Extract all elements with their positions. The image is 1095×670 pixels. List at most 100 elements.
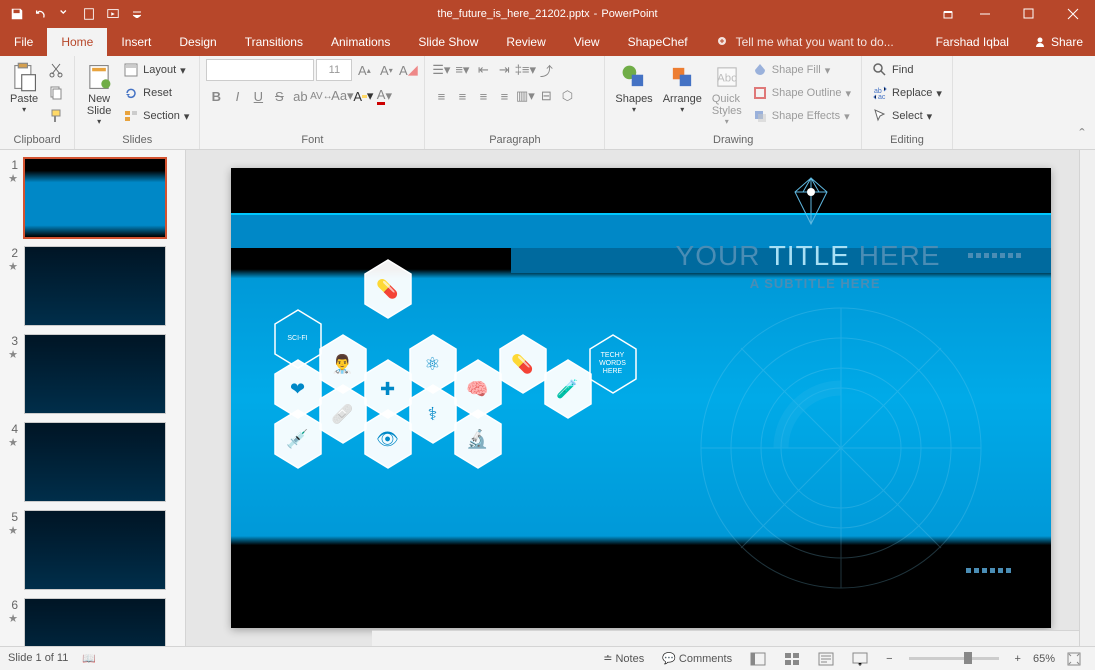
line-spacing-button[interactable]: ‡≡▾ (515, 59, 535, 81)
comments-button[interactable]: 💬 Comments (656, 650, 738, 667)
font-size-combo[interactable]: 11 (316, 59, 352, 81)
align-right-button[interactable]: ≡ (473, 85, 493, 107)
indent-inc-button[interactable]: ⇥ (494, 59, 514, 81)
slide-editor[interactable]: YOUR TITLE HERE A SUBTITLE HERE 💊SCI-FI👨… (231, 168, 1051, 628)
case-button[interactable]: Aa▾ (332, 85, 352, 107)
minimize-button[interactable] (963, 0, 1007, 28)
group-editing: Find abacReplace ▾ Select ▾ Editing (862, 56, 953, 149)
justify-button[interactable]: ≡ (494, 85, 514, 107)
bullets-button[interactable]: ☰▾ (431, 59, 451, 81)
qat-customize-button[interactable] (126, 3, 148, 25)
shape-fill-button[interactable]: Shape Fill ▾ (748, 59, 855, 81)
font-name-combo[interactable] (206, 59, 314, 81)
reset-button[interactable]: Reset (119, 82, 193, 104)
shape-effects-button[interactable]: Shape Effects ▾ (748, 105, 855, 127)
underline-button[interactable]: U (248, 85, 268, 107)
highlight-button[interactable]: A▾ (353, 85, 373, 107)
slide-thumbnail-3[interactable] (24, 334, 166, 414)
clear-format-button[interactable]: A◢ (398, 59, 418, 81)
bold-button[interactable]: B (206, 85, 226, 107)
zoom-in-button[interactable]: + (1009, 651, 1027, 667)
quick-styles-button[interactable]: Abc Quick Styles▾ (708, 59, 746, 128)
layout-button[interactable]: Layout ▾ (119, 59, 193, 81)
select-button[interactable]: Select ▾ (868, 105, 946, 127)
spell-check-icon[interactable]: 📖 (82, 652, 96, 665)
zoom-out-button[interactable]: − (880, 651, 898, 667)
slide-counter[interactable]: Slide 1 of 11 (8, 652, 68, 665)
strike-button[interactable]: S (269, 85, 289, 107)
tab-slideshow[interactable]: Slide Show (404, 28, 492, 56)
font-color-button[interactable]: A▾ (374, 85, 394, 107)
slideshow-view-button[interactable] (846, 650, 874, 668)
tell-me-search[interactable]: Tell me what you want to do... (702, 35, 924, 49)
slide-thumbnail-2[interactable] (24, 246, 166, 326)
replace-button[interactable]: abacReplace ▾ (868, 82, 946, 104)
svg-text:Abc: Abc (717, 73, 737, 85)
shape-outline-button[interactable]: Shape Outline ▾ (748, 82, 855, 104)
tab-review[interactable]: Review (492, 28, 559, 56)
fit-to-window-button[interactable] (1061, 650, 1087, 668)
tab-home[interactable]: Home (47, 28, 107, 56)
section-button[interactable]: Section ▾ (119, 105, 193, 127)
tab-animations[interactable]: Animations (317, 28, 404, 56)
align-center-button[interactable]: ≡ (452, 85, 472, 107)
spacing-button[interactable]: AV↔ (311, 85, 331, 107)
tab-view[interactable]: View (560, 28, 614, 56)
italic-button[interactable]: I (227, 85, 247, 107)
zoom-level[interactable]: 65% (1033, 653, 1055, 665)
slide-thumbnail-panel[interactable]: 1★2★3★4★5★6★ (0, 150, 186, 646)
tab-insert[interactable]: Insert (107, 28, 165, 56)
collapse-ribbon-button[interactable]: ˆ (1073, 127, 1091, 145)
tab-shapechef[interactable]: ShapeChef (614, 28, 702, 56)
paste-button[interactable]: Paste▾ (6, 59, 42, 116)
qat-undo-button[interactable] (30, 3, 52, 25)
slide-title-text[interactable]: YOUR TITLE HERE (676, 240, 941, 272)
maximize-button[interactable] (1007, 0, 1051, 28)
notes-button[interactable]: ≐ Notes (597, 650, 650, 667)
user-name[interactable]: Farshad Iqbal (924, 35, 1021, 49)
zoom-slider[interactable] (909, 657, 999, 660)
workspace: 1★2★3★4★5★6★ YOUR TITLE HERE A SUBTITLE … (0, 150, 1095, 646)
reading-view-button[interactable] (812, 650, 840, 668)
share-button[interactable]: Share (1021, 35, 1095, 49)
vertical-scrollbar[interactable] (1079, 150, 1095, 646)
group-label-paragraph: Paragraph (431, 133, 598, 149)
horizontal-scrollbar[interactable] (372, 630, 1079, 646)
sorter-view-button[interactable] (778, 650, 806, 668)
new-slide-button[interactable]: New Slide▾ (81, 59, 117, 128)
copy-button[interactable] (44, 82, 68, 104)
tab-design[interactable]: Design (165, 28, 230, 56)
qat-touch-button[interactable] (78, 3, 100, 25)
shadow-button[interactable]: ab (290, 85, 310, 107)
normal-view-button[interactable] (744, 650, 772, 668)
smartart-button[interactable]: ⬡ (557, 85, 577, 107)
qat-start-button[interactable] (102, 3, 124, 25)
hex-icon: 💉 (271, 408, 325, 470)
slide-thumbnail-1[interactable] (24, 158, 166, 238)
tab-transitions[interactable]: Transitions (231, 28, 317, 56)
indent-dec-button[interactable]: ⇤ (473, 59, 493, 81)
format-painter-button[interactable] (44, 105, 68, 127)
close-button[interactable] (1051, 0, 1095, 28)
grow-font-button[interactable]: A▴ (354, 59, 374, 81)
slide-thumbnail-5[interactable] (24, 510, 166, 590)
menu-bar: File Home Insert Design Transitions Anim… (0, 28, 1095, 56)
columns-button[interactable]: ▥▾ (515, 85, 535, 107)
slide-thumbnail-4[interactable] (24, 422, 166, 502)
shrink-font-button[interactable]: A▾ (376, 59, 396, 81)
slide-subtitle-text[interactable]: A SUBTITLE HERE (750, 276, 881, 291)
arrange-button[interactable]: Arrange▾ (659, 59, 706, 116)
align-text-button[interactable]: ⊟ (536, 85, 556, 107)
tab-file[interactable]: File (0, 28, 47, 56)
align-left-button[interactable]: ≡ (431, 85, 451, 107)
find-button[interactable]: Find (868, 59, 946, 81)
numbering-button[interactable]: ≡▾ (452, 59, 472, 81)
slide-canvas-area[interactable]: YOUR TITLE HERE A SUBTITLE HERE 💊SCI-FI👨… (186, 150, 1095, 646)
qat-redo-button[interactable] (54, 3, 76, 25)
text-direction-button[interactable]: ⤴ (536, 59, 556, 81)
ribbon-display-button[interactable] (933, 0, 963, 28)
shapes-button[interactable]: Shapes▾ (611, 59, 656, 116)
cut-button[interactable] (44, 59, 68, 81)
qat-save-button[interactable] (6, 3, 28, 25)
slide-thumbnail-6[interactable] (24, 598, 166, 646)
